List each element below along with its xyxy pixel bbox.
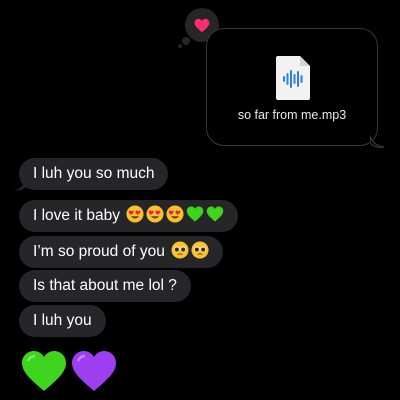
green-heart-emoji — [187, 206, 204, 222]
bubble-tail — [370, 136, 384, 148]
pleading-face-emoji — [171, 241, 189, 259]
message-bubble[interactable]: I love it baby — [19, 200, 239, 232]
message-bubble[interactable]: I’m so proud of you — [19, 236, 224, 268]
heart-eyes-emoji — [166, 205, 184, 223]
purple-heart-emoji — [72, 351, 116, 391]
message-bubble[interactable]: Is that about me lol ? — [19, 270, 191, 302]
message-text: I luh you so much — [33, 165, 155, 182]
reaction-tail-dot — [182, 37, 190, 45]
message-text: I love it baby — [33, 207, 121, 224]
message-text: I’m so proud of you — [33, 243, 165, 260]
message-text: Is that about me lol ? — [33, 277, 177, 294]
green-heart-emoji — [207, 206, 224, 222]
audio-file-icon — [276, 56, 310, 100]
reaction-tail-dot — [178, 44, 182, 48]
heart-eyes-emoji — [126, 205, 144, 223]
message-text: I luh you — [33, 312, 92, 329]
pleading-face-emoji — [191, 241, 209, 259]
message-bubble[interactable]: I luh you — [19, 305, 106, 337]
message-bubble[interactable]: I luh you so much — [19, 158, 169, 190]
heart-reaction-icon — [194, 18, 210, 32]
heart-eyes-emoji — [146, 205, 164, 223]
attachment-filename: so far from me.mp3 — [237, 108, 347, 122]
bubble-tail — [14, 179, 26, 191]
green-heart-emoji — [22, 351, 66, 391]
